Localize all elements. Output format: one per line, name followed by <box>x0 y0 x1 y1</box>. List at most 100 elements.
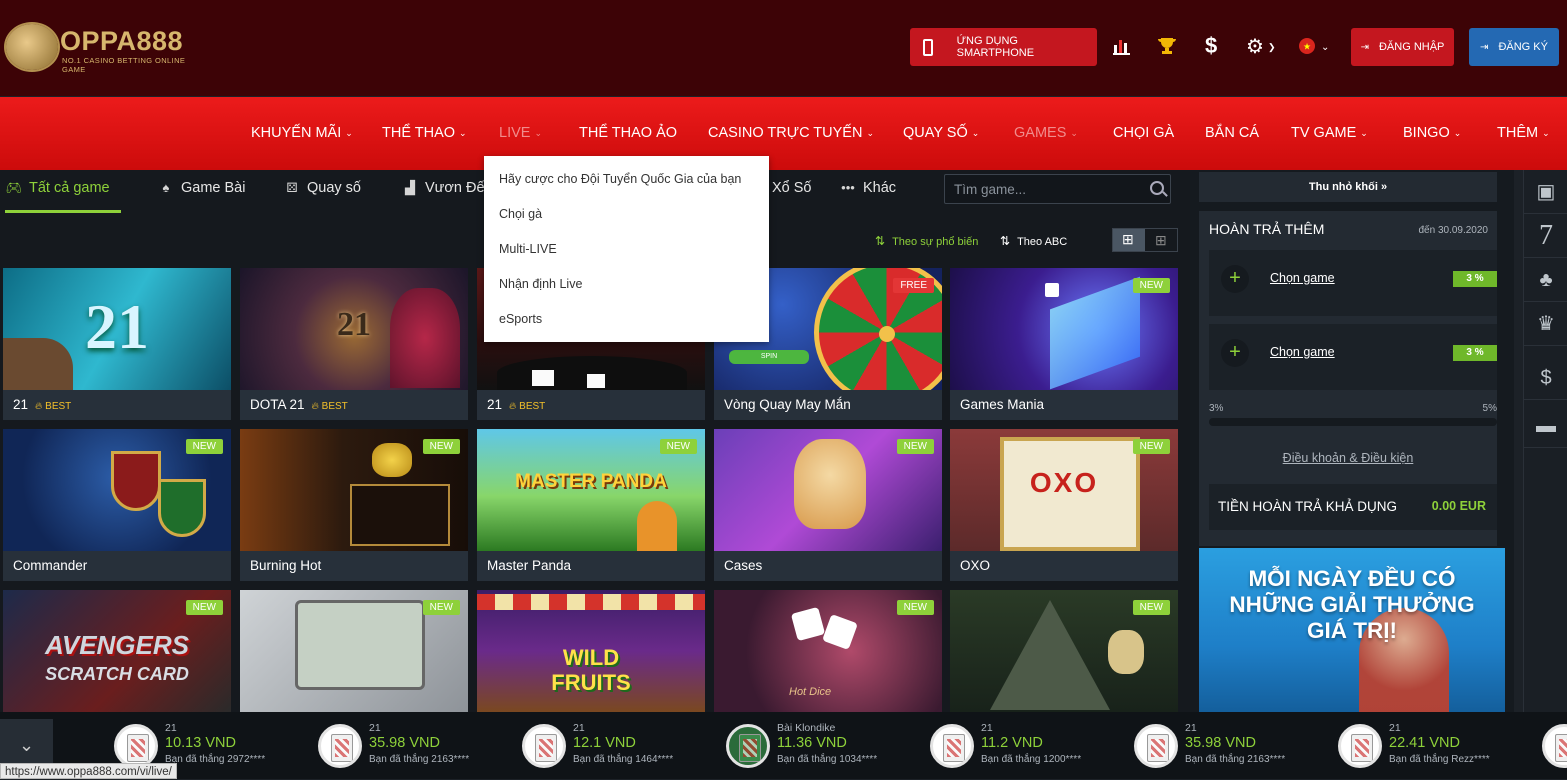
new-badge: NEW <box>1132 278 1170 293</box>
clubs-icon[interactable]: ♣ <box>1524 258 1567 302</box>
choose-game-link[interactable]: Chọn game <box>1270 271 1335 285</box>
terms-link[interactable]: Điều khoản & Điều kiện <box>1199 451 1497 465</box>
game-card[interactable]: NEW <box>950 590 1178 712</box>
winner-item[interactable]: 21 11.2 VND Bạn đã thắng 1200**** <box>930 722 1130 772</box>
chevron-down-icon: ⌄ <box>866 127 874 138</box>
nav-item-games[interactable]: GAMES ⌄ <box>1014 125 1078 141</box>
sort-by-abc[interactable]: ⇅ Theo ABC <box>1000 234 1067 248</box>
game-caption: Burning Hot <box>240 551 468 581</box>
small-grid-view-button[interactable]: ⊞ <box>1155 233 1169 247</box>
winner-user: Bạn đã thắng Rezz**** <box>1389 754 1490 765</box>
tab-label: Game Bài <box>181 180 246 196</box>
game-avatar <box>318 724 362 768</box>
winner-item[interactable]: 21 22.41 VND Bạn đã thắng Rezz**** <box>1338 722 1538 772</box>
trophy-icon[interactable]: ♛ <box>1524 302 1567 346</box>
collapse-panel-button[interactable]: Thu nhỏ khối » <box>1199 172 1497 202</box>
dropdown-item-national-team[interactable]: Hãy cược cho Đội Tuyển Quốc Gia của bạn <box>499 172 741 186</box>
search-icon[interactable] <box>1150 181 1164 195</box>
nav-item-them[interactable]: THÊM ⌄ <box>1497 125 1550 141</box>
game-card[interactable]: AVENGERS SCRATCH CARD NEW <box>3 590 231 712</box>
chevron-down-icon: ⌄ <box>971 127 980 138</box>
tab-label: Vươn Đế <box>425 180 485 196</box>
game-title: Games Mania <box>960 397 1045 412</box>
game-card[interactable]: NEW Commander <box>3 429 231 581</box>
winner-user: Bạn đã thắng 1464**** <box>573 754 674 765</box>
nav-item-live[interactable]: LIVE ⌄ <box>499 125 542 141</box>
game-caption: Master Panda <box>477 551 705 581</box>
dropdown-item-esports[interactable]: eSports <box>499 312 542 326</box>
nav-item-ban-ca[interactable]: BẮN CÁ <box>1205 125 1259 141</box>
nav-item-choi-ga[interactable]: CHỌI GÀ <box>1113 125 1174 141</box>
more-dots-icon: ••• <box>841 180 855 195</box>
best-label: BEST <box>321 401 348 412</box>
plus-icon[interactable]: + <box>1221 339 1249 367</box>
game-caption: Commander <box>3 551 231 581</box>
tab-vuon-de[interactable]: ▟ Vươn Đế <box>401 180 485 196</box>
vietnam-flag-icon[interactable]: ★ ⌄ <box>1299 38 1333 59</box>
choose-game-link[interactable]: Chọn game <box>1270 345 1335 359</box>
game-card[interactable]: MASTER PANDA NEW Master Panda <box>477 429 705 581</box>
gear-icon[interactable]: ⚙ ❯ <box>1246 34 1275 59</box>
art-text: FRUITS <box>551 670 631 695</box>
ticket-icon[interactable]: ▬ <box>1524 404 1567 448</box>
best-label: BEST <box>519 401 546 412</box>
nav-item-bingo[interactable]: BINGO ⌄ <box>1403 125 1461 141</box>
game-card[interactable]: 21 21 🔥︎ BEST <box>3 268 231 420</box>
nav-label: CASINO TRỰC TUYẾN <box>708 125 863 141</box>
chevron-down-icon: ⌄ <box>534 127 542 138</box>
sort-icon: ⇅ <box>1000 234 1011 248</box>
smartphone-app-button[interactable]: ỨNG DỤNG SMARTPHONE <box>910 28 1097 66</box>
game-card[interactable]: NEW Burning Hot <box>240 429 468 581</box>
tab-lottery-draw[interactable]: ⚄ Quay số <box>283 180 361 196</box>
percent-badge: 3 % <box>1453 271 1497 287</box>
nav-label: QUAY SỐ <box>903 125 968 141</box>
game-card[interactable]: Hot Dice NEW <box>714 590 942 712</box>
winner-item[interactable]: 21 12.1 VND Bạn đã thắng 1464**** <box>522 722 722 772</box>
nav-label: THÊM <box>1497 125 1539 141</box>
plus-icon[interactable]: + <box>1221 265 1249 293</box>
nav-item-the-thao-ao[interactable]: THỂ THAO ẢO <box>579 125 677 141</box>
nav-item-quay-so[interactable]: QUAY SỐ ⌄ <box>903 125 979 141</box>
tab-other[interactable]: ••• Khác <box>839 180 896 196</box>
new-badge: NEW <box>896 600 934 615</box>
nav-item-casino[interactable]: CASINO TRỰC TUYẾN ⌄ <box>708 125 874 141</box>
sort-by-popularity[interactable]: ⇅ Theo sự phổ biến <box>875 234 978 248</box>
login-button[interactable]: ⇥ ĐĂNG NHẬP <box>1351 28 1454 66</box>
dollar-icon[interactable]: $ <box>1205 33 1217 59</box>
game-card[interactable]: NEW Games Mania <box>950 268 1178 420</box>
winner-item[interactable]: Bài Klondike 11.36 VND Bạn đã thắng 1034**… <box>726 722 926 772</box>
winner-item[interactable]: 21 35.98 VND Bạn đã thắng 2163**** <box>318 722 518 772</box>
tab-all-games[interactable]: 🎮︎ Tất cả game <box>5 180 110 196</box>
game-card[interactable]: 21 DOTA 21 🔥︎ BEST <box>240 268 468 420</box>
nav-item-tv-game[interactable]: TV GAME ⌄ <box>1291 125 1368 141</box>
stats-icon[interactable] <box>1112 35 1132 60</box>
dropdown-item-multi-live[interactable]: Multi-LIVE <box>499 242 557 256</box>
gift-icon[interactable]: ▣ <box>1524 170 1567 214</box>
best-label: BEST <box>45 401 72 412</box>
promo-banner[interactable]: MỖI NGÀY ĐỀU CÓ NHỮNG GIẢI THƯỞNG GIÁ TR… <box>1199 548 1505 712</box>
tab-card-games[interactable]: ♠ Game Bài <box>157 180 246 196</box>
winner-item[interactable]: 21 35.98 VND Bạn đã thắng 2163**** <box>1134 722 1334 772</box>
game-card[interactable]: WILD FRUITS <box>477 590 705 712</box>
seven-icon[interactable]: 7 <box>1524 214 1567 258</box>
dropdown-item-live-analysis[interactable]: Nhận định Live <box>499 277 582 291</box>
game-caption: Games Mania <box>950 390 1178 420</box>
game-card[interactable]: OXO NEW OXO <box>950 429 1178 581</box>
large-grid-view-button[interactable]: ⊞ <box>1113 229 1145 251</box>
nav-item-khuyen-mai[interactable]: KHUYẾN MÃI ⌄ <box>251 125 353 141</box>
search-input[interactable] <box>945 175 1140 203</box>
game-card[interactable]: NEW Cases <box>714 429 942 581</box>
game-thumbnail: 21 <box>3 268 231 390</box>
winner-game: 21 <box>1389 722 1401 734</box>
winner-game: Bài Klondike <box>777 722 836 734</box>
tab-label: Khác <box>863 180 897 196</box>
coin-icon[interactable]: $ <box>1524 356 1567 400</box>
game-card[interactable]: NEW <box>240 590 468 712</box>
cashback-row: + Chọn game 3 % <box>1209 324 1497 390</box>
register-button[interactable]: ⇥ ĐĂNG KÝ <box>1469 28 1559 66</box>
dropdown-item-cockfight[interactable]: Chọi gà <box>499 207 542 221</box>
nav-item-the-thao[interactable]: THỂ THAO ⌄ <box>382 125 467 141</box>
winner-item[interactable] <box>1542 722 1567 772</box>
site-logo[interactable]: OPPA888 NO.1 CASINO BETTING ONLINE GAME <box>6 22 206 74</box>
trophy-icon[interactable] <box>1157 36 1177 61</box>
